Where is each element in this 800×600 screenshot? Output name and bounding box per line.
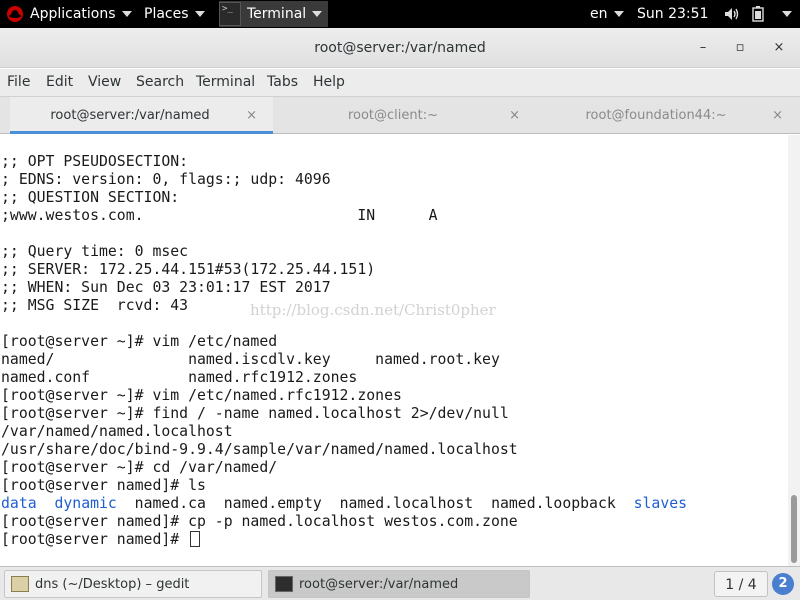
- task-label: root@server:/var/named: [299, 577, 459, 592]
- tab-close-button[interactable]: ×: [772, 97, 783, 134]
- menu-tabs[interactable]: Tabs: [267, 69, 298, 96]
- clock[interactable]: Sun 23:51: [637, 0, 708, 28]
- window-titlebar[interactable]: root@server:/var/named – ▫ ×: [0, 28, 800, 68]
- terminal-scrollbar[interactable]: [788, 135, 800, 566]
- terminal-line: ;; WHEN: Sun Dec 03 23:01:17 EST 2017: [1, 279, 331, 296]
- terminal-line: [root@server ~]# cd /var/named/: [1, 459, 278, 476]
- chevron-down-icon: [312, 11, 323, 17]
- text-cursor: [190, 531, 201, 547]
- terminal-icon: [275, 576, 293, 592]
- ls-entry-dir: data: [1, 495, 37, 512]
- terminal-line: ;; Query time: 0 msec: [1, 243, 189, 260]
- chevron-down-icon: [613, 11, 624, 17]
- terminal-line: ;; MSG SIZE rcvd: 43: [1, 297, 189, 314]
- top-panel: Applications Places Terminal en Sun 23:5…: [0, 0, 800, 28]
- scrollbar-thumb[interactable]: [791, 495, 797, 563]
- tab-label: root@server:/var/named: [50, 108, 210, 123]
- terminal-line: ; EDNS: version: 0, flags:; udp: 4096: [1, 171, 331, 188]
- app-menu-label: Terminal: [247, 6, 307, 22]
- shell-prompt: [root@server named]#: [1, 531, 189, 548]
- chevron-down-icon: [782, 11, 792, 17]
- input-language-menu[interactable]: en: [590, 0, 624, 28]
- terminal-line: ;; SERVER: 172.25.44.151#53(172.25.44.15…: [1, 261, 376, 278]
- terminal-line: ;; QUESTION SECTION:: [1, 189, 180, 206]
- ls-entry-file: named.localhost: [339, 495, 474, 512]
- ls-output-line: data dynamic named.ca named.empty named.…: [1, 495, 687, 513]
- tab-label: root@foundation44:~: [585, 108, 727, 123]
- maximize-button[interactable]: ▫: [730, 38, 750, 58]
- places-label: Places: [144, 6, 189, 22]
- tab-close-button[interactable]: ×: [246, 97, 257, 134]
- volume-icon[interactable]: [724, 0, 740, 28]
- close-window-button[interactable]: ×: [769, 38, 789, 58]
- places-menu[interactable]: Places: [144, 0, 205, 28]
- ls-entry-dir: dynamic: [54, 495, 117, 512]
- terminal-line: [root@server named]# ls: [1, 477, 206, 494]
- minimize-button[interactable]: –: [693, 38, 713, 58]
- taskbar: dns (~/Desktop) – gedit root@server:/var…: [0, 566, 800, 600]
- app-menu-terminal[interactable]: Terminal: [219, 1, 329, 27]
- gedit-icon: [11, 576, 29, 592]
- terminal-line: ;; OPT PSEUDOSECTION:: [1, 153, 189, 170]
- tab-label: root@client:~: [347, 108, 439, 123]
- ls-entry-file: named.ca: [134, 495, 206, 512]
- battery-icon[interactable]: [752, 0, 764, 28]
- help-icon[interactable]: 2: [772, 573, 794, 595]
- task-label: dns (~/Desktop) – gedit: [35, 577, 190, 592]
- terminal-icon: [219, 2, 241, 26]
- applications-label: Applications: [30, 6, 116, 22]
- applications-menu[interactable]: Applications: [6, 0, 132, 28]
- terminal-line: [root@server named]# cp -p named.localho…: [1, 513, 518, 530]
- terminal-line: [root@server ~]# vim /etc/named.rfc1912.…: [1, 387, 402, 404]
- tab-client[interactable]: root@client:~ ×: [273, 97, 536, 134]
- chevron-down-icon: [194, 11, 205, 17]
- terminal-line: ;www.westos.com. IN A: [1, 207, 438, 224]
- terminal-output[interactable]: ;; OPT PSEUDOSECTION: ; EDNS: version: 0…: [0, 135, 788, 566]
- menu-file[interactable]: File: [7, 69, 30, 96]
- menu-view[interactable]: View: [88, 69, 121, 96]
- system-menu[interactable]: [782, 0, 792, 28]
- menu-terminal[interactable]: Terminal: [196, 69, 255, 96]
- terminal-line: [root@server ~]# find / -name named.loca…: [1, 405, 509, 422]
- terminal-line: named.conf named.rfc1912.zones: [1, 369, 358, 386]
- task-terminal[interactable]: root@server:/var/named: [268, 570, 530, 598]
- terminal-line: [root@server ~]# vim /etc/named: [1, 333, 278, 350]
- clock-label: Sun 23:51: [637, 6, 709, 22]
- prompt-line[interactable]: [root@server named]#: [1, 531, 201, 549]
- menu-bar: File Edit View Search Terminal Tabs Help: [0, 69, 800, 96]
- task-gedit[interactable]: dns (~/Desktop) – gedit: [4, 570, 262, 598]
- menu-search[interactable]: Search: [136, 69, 184, 96]
- workspace-switcher[interactable]: 1 / 4: [714, 571, 768, 597]
- watermark: http://blog.csdn.net/Christ0pher: [250, 301, 496, 319]
- chevron-down-icon: [121, 11, 132, 17]
- tab-close-button[interactable]: ×: [509, 97, 520, 134]
- menu-help[interactable]: Help: [313, 69, 345, 96]
- menu-edit[interactable]: Edit: [46, 69, 73, 96]
- ls-entry-file: named.empty: [223, 495, 322, 512]
- terminal-line: /usr/share/doc/bind-9.9.4/sample/var/nam…: [1, 441, 518, 458]
- ls-entry-dir: slaves: [633, 495, 688, 512]
- tab-bar: root@server:/var/named × root@client:~ ×…: [0, 96, 800, 134]
- tab-foundation[interactable]: root@foundation44:~ ×: [536, 97, 799, 134]
- terminal-line: named/ named.iscdlv.key named.root.key: [1, 351, 500, 368]
- terminal-line: /var/named/named.localhost: [1, 423, 233, 440]
- redhat-logo-icon: [7, 6, 23, 22]
- language-label: en: [590, 6, 608, 22]
- ls-entry-file: named.loopback: [491, 495, 616, 512]
- tab-server[interactable]: root@server:/var/named ×: [10, 97, 273, 134]
- window-title: root@server:/var/named: [314, 40, 486, 56]
